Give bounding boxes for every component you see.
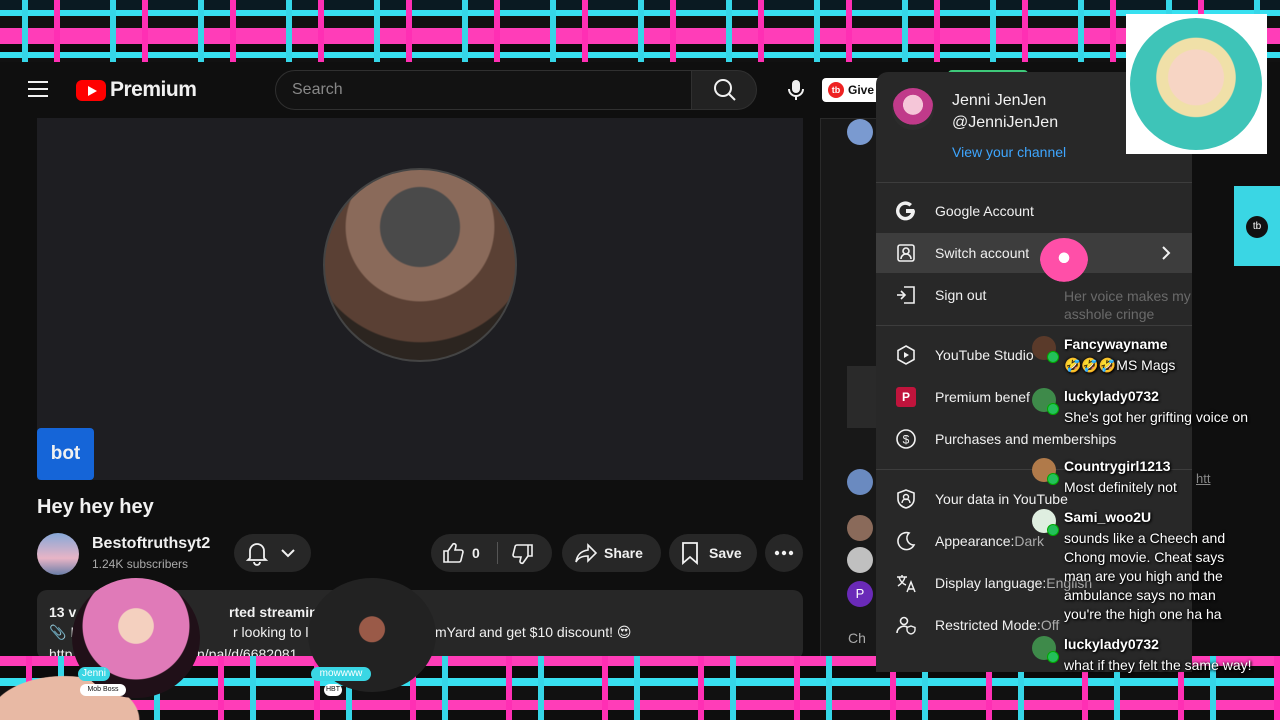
chat-avatar (847, 469, 873, 495)
pinned-message (847, 366, 877, 428)
tb-extension-icon: tb (828, 82, 844, 98)
logo-text: Premium (110, 78, 197, 101)
mascot-sticker (1040, 238, 1088, 282)
menu-item-label: Restricted Mode: (935, 617, 1041, 633)
guest-name-tag: Jenni (78, 667, 110, 681)
guest-role-tag: Mob Boss (80, 684, 126, 696)
search-button[interactable] (691, 70, 757, 110)
desc-line2-start: 📎 I (49, 624, 75, 640)
chat-faded-message: Her voice makes my asshole cringe (1064, 288, 1191, 322)
chat-text: 🤣🤣🤣MS Mags (1064, 357, 1176, 373)
more-actions-button[interactable] (765, 534, 803, 572)
chat-avatar (847, 547, 873, 573)
chat-text: She's got her grifting voice on (1064, 409, 1249, 425)
chat-text: sounds like a Cheech and Chong movie. Ch… (1064, 530, 1226, 622)
channel-avatar[interactable] (37, 533, 79, 575)
premium-icon: P (894, 385, 918, 409)
save-label: Save (709, 545, 742, 561)
share-icon (575, 543, 598, 563)
chat-user-avatar (1032, 458, 1059, 485)
moon-icon (894, 529, 918, 553)
dollar-circle-icon: $ (894, 427, 918, 451)
give-label: Give (848, 83, 875, 97)
chat-username: luckylady0732 (1064, 636, 1159, 652)
youtube-play-icon (76, 79, 106, 101)
voice-search-button[interactable] (776, 70, 816, 110)
bell-icon (245, 543, 269, 566)
translate-icon (894, 571, 918, 595)
chat-username: Sami_woo2U (1064, 509, 1152, 525)
menu-item-label: Premium benef (935, 389, 1030, 405)
bookmark-icon (682, 542, 698, 565)
chat-link-fragment[interactable]: htt (1196, 471, 1210, 486)
guest-role-tag: HBT (324, 684, 342, 696)
bot-badge: bot (37, 428, 94, 480)
subscription-bell-button[interactable] (234, 534, 311, 572)
subscriber-count: 1.24K subscribers (92, 557, 189, 571)
streamer-logo-sticker (1126, 14, 1267, 154)
tb-extension-icon: tb (1246, 216, 1268, 238)
chat-avatar (847, 515, 873, 541)
chat-user-avatar (1032, 336, 1059, 363)
chat-header-avatar (847, 119, 873, 145)
dislike-icon[interactable] (511, 542, 535, 566)
guest-name-tag: mowwww (311, 667, 371, 681)
like-icon[interactable] (441, 541, 465, 565)
google-icon (894, 199, 918, 223)
menu-item-label: Display language: (935, 575, 1047, 591)
chat-user-avatar (1032, 509, 1059, 536)
account-avatar (892, 88, 934, 130)
switch-account-icon (894, 241, 918, 265)
menu-item-label: YouTube Studio (935, 347, 1034, 363)
share-button[interactable]: Share (562, 534, 661, 572)
chat-username: Fancywayname (1064, 336, 1168, 352)
chat-user-avatar (1032, 388, 1059, 415)
menu-item-label: Appearance: (935, 533, 1015, 549)
chat-username: luckylady0732 (1064, 388, 1159, 404)
shield-person-icon (894, 487, 918, 511)
extension-side-tab[interactable]: tb (1234, 186, 1280, 266)
like-divider (497, 542, 498, 564)
menu-item-label: Google Account (935, 203, 1034, 219)
channel-name[interactable]: Bestoftruthsyt2 (92, 535, 210, 553)
give-extension-button[interactable]: tb Give (822, 78, 882, 102)
more-horizontal-icon (774, 550, 794, 556)
chat-text: what if they felt the same way! (1064, 657, 1252, 673)
menu-item-label: Switch account (935, 245, 1030, 261)
chat-username: Countrygirl1213 (1064, 458, 1171, 474)
save-button[interactable]: Save (669, 534, 757, 572)
like-count: 0 (472, 545, 480, 561)
video-player[interactable] (37, 118, 803, 480)
desc-views-fragment: 13 v (49, 604, 77, 620)
youtube-logo[interactable]: Premium (76, 78, 197, 102)
microphone-icon (788, 80, 804, 100)
like-dislike-group: 0 (431, 534, 552, 572)
chevron-down-icon (281, 549, 295, 558)
hamburger-menu-icon[interactable] (24, 76, 52, 104)
video-title: Hey hey hey (37, 496, 154, 518)
stream-avatar-image (323, 168, 517, 362)
studio-icon (894, 343, 918, 367)
chat-text: Most definitely not (1064, 479, 1177, 495)
menu-item-label: Sign out (935, 287, 987, 303)
restricted-person-icon (894, 613, 918, 637)
search-icon (714, 79, 736, 101)
share-label: Share (604, 545, 643, 561)
desc-line2-end: mYard and get $10 discount! 😍 (435, 624, 632, 640)
chat-avatar-letter: P (847, 581, 873, 607)
svg-text:$: $ (903, 433, 910, 447)
search-input[interactable]: Search (275, 70, 692, 110)
sign-out-icon (894, 283, 918, 307)
chat-user-avatar (1032, 636, 1059, 663)
